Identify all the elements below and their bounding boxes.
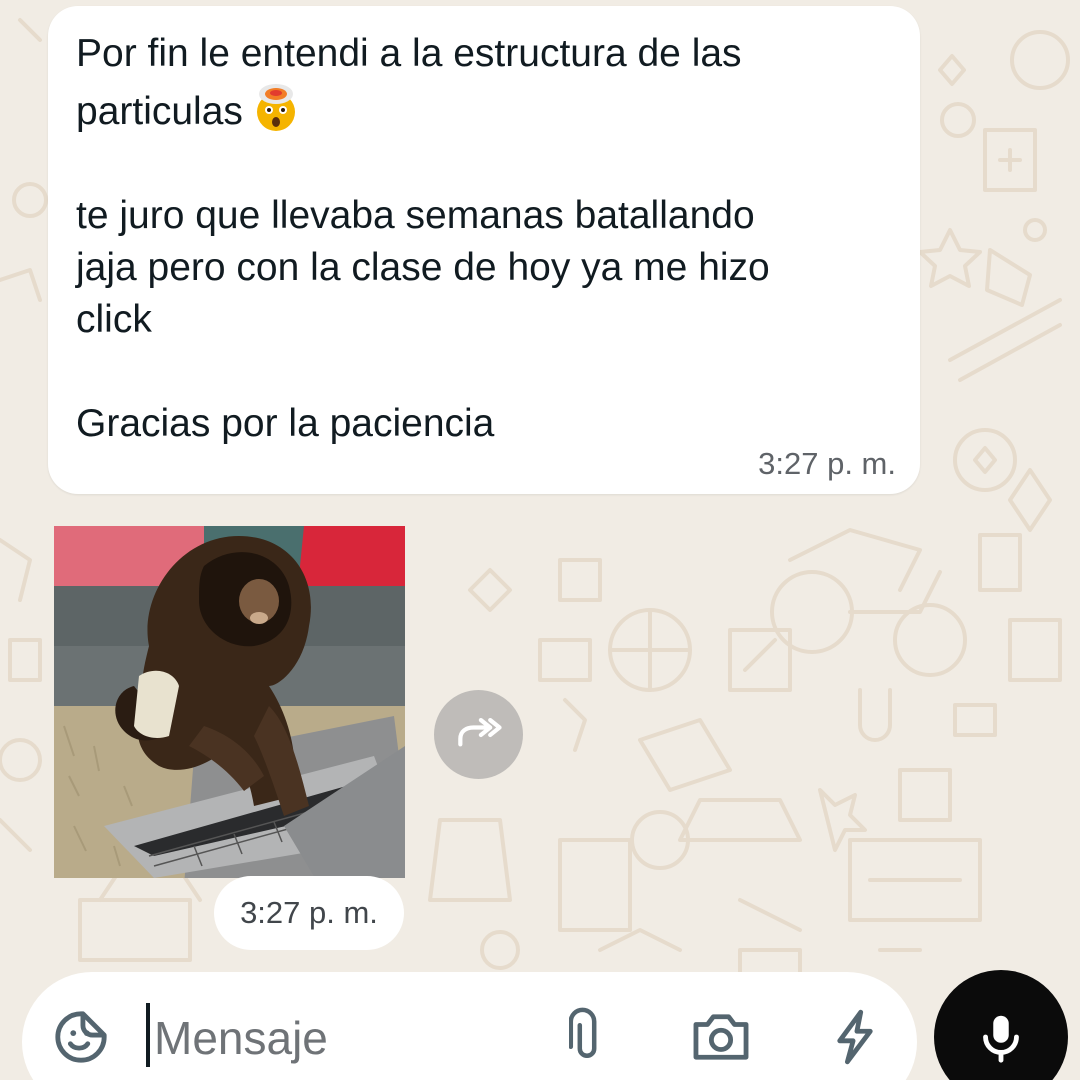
gif-timestamp-pill: 3:27 p. m.: [214, 876, 404, 950]
message-timestamp: 3:27 p. m.: [758, 446, 896, 481]
gif-thumbnail[interactable]: [54, 526, 405, 878]
camera-icon: [693, 1014, 749, 1060]
text-caret: [146, 1003, 150, 1067]
microphone-icon: [983, 1015, 1019, 1063]
forward-button[interactable]: [434, 690, 523, 779]
sticker-button[interactable]: [48, 1004, 114, 1070]
message-input[interactable]: [154, 1003, 534, 1073]
camera-button[interactable]: [690, 1008, 752, 1066]
monkey-gif-image: [54, 526, 405, 878]
exploding-head-emoji-icon: [249, 80, 303, 134]
quick-reply-button[interactable]: [828, 1006, 882, 1068]
gif-timestamp: 3:27 p. m.: [240, 895, 378, 930]
message-text-line: Por fin le entendi a la estructura de la…: [76, 32, 742, 133]
forward-icon: [457, 717, 502, 746]
message-bubble[interactable]: Por fin le entendi a la estructura de la…: [48, 6, 920, 494]
attach-button[interactable]: [562, 1005, 612, 1067]
sticker-icon: [55, 1011, 107, 1063]
attach-icon: [569, 1007, 597, 1058]
bolt-icon: [837, 1009, 873, 1065]
message-text-continued: te juro que llevaba semanas batallando j…: [76, 194, 770, 445]
message-text: Por fin le entendi a la estructura de la…: [76, 28, 886, 450]
